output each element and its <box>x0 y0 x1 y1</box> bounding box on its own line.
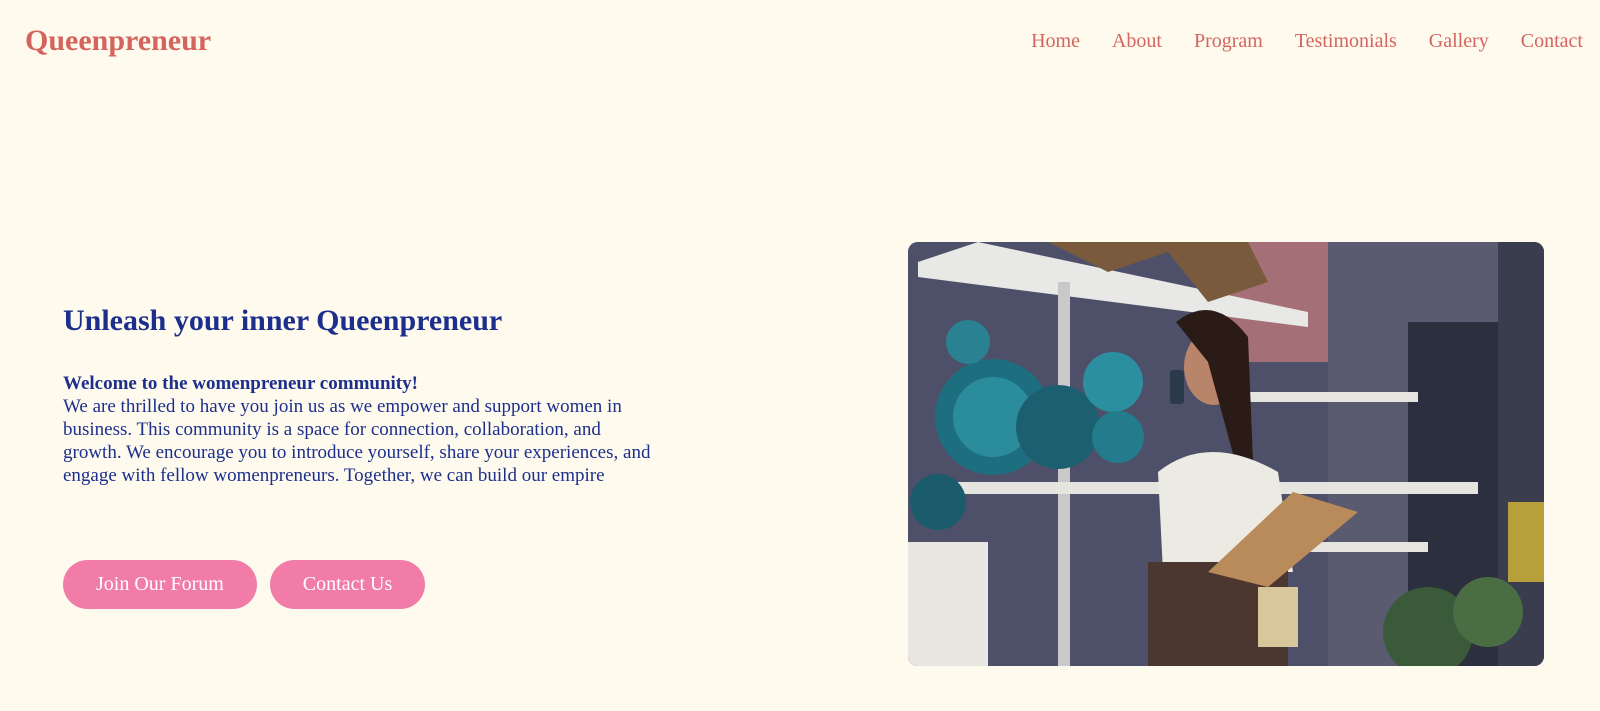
nav-link-home[interactable]: Home <box>1031 30 1080 52</box>
nav-item-contact: Contact <box>1521 30 1583 53</box>
nav-item-gallery: Gallery <box>1429 30 1489 53</box>
welcome-heading: Welcome to the womenpreneur community! <box>63 373 418 394</box>
site-header: Queenpreneur Home About Program Testimon… <box>0 0 1600 84</box>
nav-item-program: Program <box>1194 30 1263 53</box>
nav-item-home: Home <box>1031 30 1080 53</box>
nav-link-contact[interactable]: Contact <box>1521 30 1583 52</box>
hero-photo-illustration <box>908 242 1544 666</box>
hero-text-block: Unleash your inner Queenpreneur Welcome … <box>63 303 663 487</box>
contact-us-button[interactable]: Contact Us <box>269 560 426 609</box>
main-nav: Home About Program Testimonials Gallery … <box>1031 30 1583 53</box>
nav-link-about[interactable]: About <box>1112 30 1162 52</box>
nav-link-testimonials[interactable]: Testimonials <box>1295 30 1397 52</box>
nav-link-program[interactable]: Program <box>1194 30 1263 52</box>
nav-link-gallery[interactable]: Gallery <box>1429 30 1489 52</box>
hero-buttons: Join Our Forum Contact Us <box>63 560 426 609</box>
hero-photo <box>908 242 1544 666</box>
join-forum-button[interactable]: Join Our Forum <box>63 560 257 609</box>
brand-logo[interactable]: Queenpreneur <box>25 24 211 58</box>
hero-title: Unleash your inner Queenpreneur <box>63 304 503 337</box>
nav-item-testimonials: Testimonials <box>1295 30 1397 53</box>
nav-item-about: About <box>1112 30 1162 53</box>
hero-body-text: We are thrilled to have you join us as w… <box>63 396 651 486</box>
